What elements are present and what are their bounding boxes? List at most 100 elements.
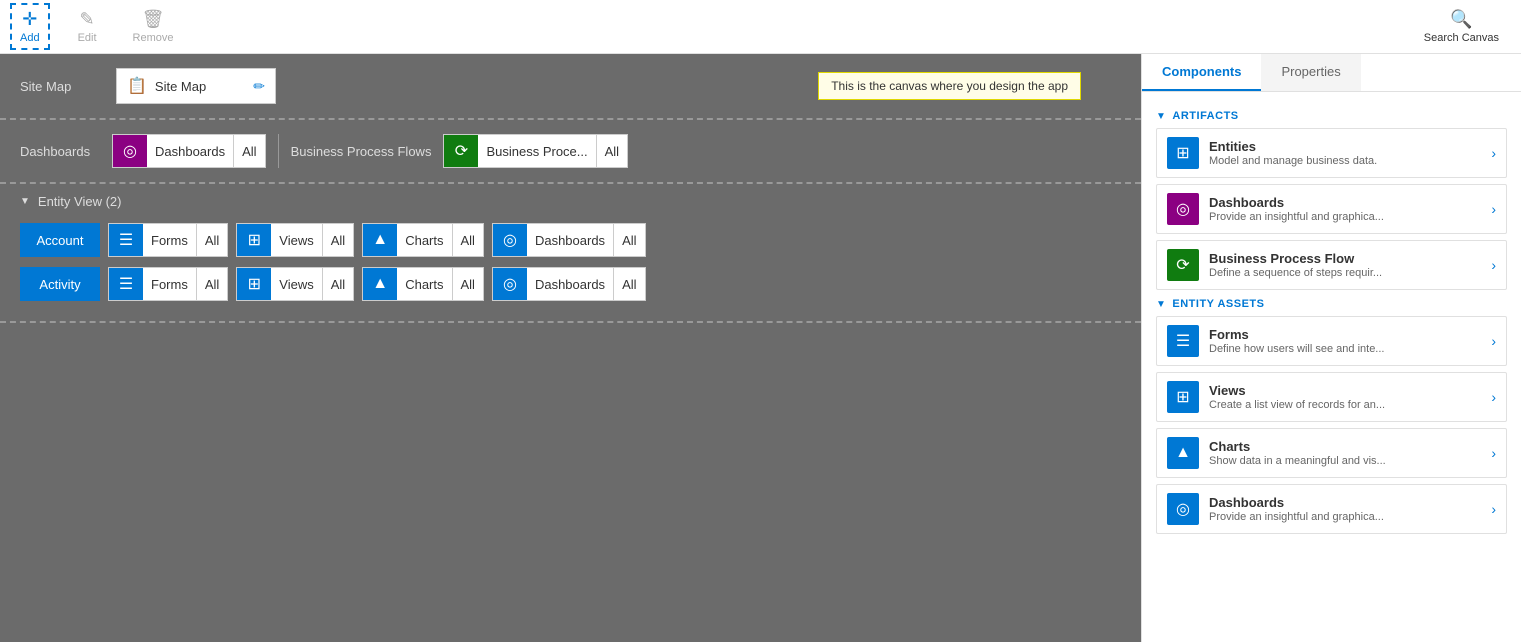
activity-dashboards-chip[interactable]: ◎ Dashboards All — [492, 267, 646, 301]
sitemap-box[interactable]: 📋 Site Map ✏ — [116, 68, 276, 104]
activity-views-chip[interactable]: ⊞ Views All — [236, 267, 354, 301]
views-text: Views Create a list view of records for … — [1209, 383, 1481, 411]
sitemap-box-label: Site Map — [155, 79, 245, 94]
forms-icon: ☰ — [109, 223, 143, 257]
activity-forms-icon: ☰ — [109, 267, 143, 301]
activity-entity-button[interactable]: Activity — [20, 267, 100, 301]
artifact-dashboards-icon: ◎ — [1167, 193, 1199, 225]
account-entity-button[interactable]: Account — [20, 223, 100, 257]
dashboards-chip-text: Dashboards — [147, 144, 233, 159]
comp-entities[interactable]: ⊞ Entities Model and manage business dat… — [1156, 128, 1507, 178]
entity-row-activity: Activity ☰ Forms All ⊞ Views All ▲ Chart… — [20, 267, 1121, 301]
account-views-label: Views — [271, 233, 321, 248]
remove-icon: 🗑 — [142, 9, 165, 30]
views-title: Views — [1209, 383, 1481, 398]
account-dashboards-label: Dashboards — [527, 233, 613, 248]
activity-charts-icon: ▲ — [363, 267, 397, 301]
activity-charts-all[interactable]: All — [452, 268, 483, 300]
bpf-title: Business Process Flow — [1209, 251, 1481, 266]
account-dashboards-all[interactable]: All — [613, 224, 644, 256]
entities-desc: Model and manage business data. — [1209, 155, 1481, 167]
artifact-dashboards-title: Dashboards — [1209, 195, 1481, 210]
activity-views-label: Views — [271, 277, 321, 292]
comp-dashboards-artifacts[interactable]: ◎ Dashboards Provide an insightful and g… — [1156, 184, 1507, 234]
comp-dashboards-assets[interactable]: ◎ Dashboards Provide an insightful and g… — [1156, 484, 1507, 534]
dashboards-section: Dashboards ◎ Dashboards All Business Pro… — [0, 120, 1141, 184]
sitemap-section: Site Map 📋 Site Map ✏ This is the canvas… — [0, 54, 1141, 120]
right-panel: Components Properties ▼ ARTIFACTS ⊞ Enti… — [1141, 54, 1521, 642]
add-icon: ✛ — [22, 9, 37, 30]
dashboards-assets-desc: Provide an insightful and graphica... — [1209, 511, 1481, 523]
activity-views-all[interactable]: All — [322, 268, 353, 300]
remove-button[interactable]: 🗑 Remove — [125, 5, 182, 48]
activity-views-icon: ⊞ — [237, 267, 271, 301]
entity-view-header[interactable]: ▼ Entity View (2) — [20, 194, 1121, 209]
bpf-chip-text: Business Proce... — [478, 144, 595, 159]
entities-arrow-icon: › — [1491, 145, 1496, 161]
account-forms-all[interactable]: All — [196, 224, 227, 256]
forms-arrow-icon: › — [1491, 333, 1496, 349]
sitemap-edit-icon[interactable]: ✏ — [253, 78, 265, 95]
main-area: Site Map 📋 Site Map ✏ This is the canvas… — [0, 54, 1521, 642]
activity-forms-chip[interactable]: ☰ Forms All — [108, 267, 228, 301]
views-arrow-icon: › — [1491, 389, 1496, 405]
activity-dash-icon: ◎ — [493, 267, 527, 301]
dashboards-assets-comp-icon: ◎ — [1167, 493, 1199, 525]
forms-title: Forms — [1209, 327, 1481, 342]
account-charts-all[interactable]: All — [452, 224, 483, 256]
panel-content: ▼ ARTIFACTS ⊞ Entities Model and manage … — [1142, 92, 1521, 642]
account-views-all[interactable]: All — [322, 224, 353, 256]
entity-view-label: Entity View (2) — [38, 194, 122, 209]
artifacts-chevron-icon: ▼ — [1156, 111, 1166, 122]
bpf-desc: Define a sequence of steps requir... — [1209, 267, 1481, 279]
dashboards-label: Dashboards — [20, 144, 100, 159]
activity-dashboards-label: Dashboards — [527, 277, 613, 292]
collapse-arrow-icon: ▼ — [20, 196, 30, 207]
account-charts-label: Charts — [397, 233, 451, 248]
charts-arrow-icon: › — [1491, 445, 1496, 461]
sitemap-label: Site Map — [20, 79, 100, 94]
tab-components[interactable]: Components — [1142, 54, 1261, 91]
entities-title: Entities — [1209, 139, 1481, 154]
entities-text: Entities Model and manage business data. — [1209, 139, 1481, 167]
activity-forms-label: Forms — [143, 277, 196, 292]
activity-charts-label: Charts — [397, 277, 451, 292]
bpf-chip[interactable]: ⟳ Business Proce... All — [443, 134, 628, 168]
search-canvas-button[interactable]: 🔍 Search Canvas — [1412, 5, 1511, 48]
search-canvas-label: Search Canvas — [1424, 32, 1499, 44]
comp-views[interactable]: ⊞ Views Create a list view of records fo… — [1156, 372, 1507, 422]
entity-view-section: ▼ Entity View (2) Account ☰ Forms All ⊞ … — [0, 184, 1141, 323]
tab-properties[interactable]: Properties — [1261, 54, 1360, 91]
dashboards-chip-icon: ◎ — [113, 134, 147, 168]
activity-forms-all[interactable]: All — [196, 268, 227, 300]
search-icon: 🔍 — [1450, 9, 1472, 30]
dashboards-chip[interactable]: ◎ Dashboards All — [112, 134, 266, 168]
remove-label: Remove — [133, 32, 174, 44]
views-comp-icon: ⊞ — [1167, 381, 1199, 413]
artifact-dashboards-arrow-icon: › — [1491, 201, 1496, 217]
account-charts-chip[interactable]: ▲ Charts All — [362, 223, 484, 257]
account-forms-chip[interactable]: ☰ Forms All — [108, 223, 228, 257]
bpf-chip-all[interactable]: All — [596, 135, 627, 167]
account-forms-label: Forms — [143, 233, 196, 248]
dashboards-row: Dashboards ◎ Dashboards All Business Pro… — [20, 134, 1121, 168]
artifact-dashboards-text: Dashboards Provide an insightful and gra… — [1209, 195, 1481, 223]
edit-button[interactable]: ✎ Edit — [70, 5, 105, 48]
entities-icon: ⊞ — [1167, 137, 1199, 169]
bpf-chip-icon: ⟳ — [444, 134, 478, 168]
activity-dashboards-all[interactable]: All — [613, 268, 644, 300]
comp-forms[interactable]: ☰ Forms Define how users will see and in… — [1156, 316, 1507, 366]
account-views-chip[interactable]: ⊞ Views All — [236, 223, 354, 257]
dashboards-assets-title: Dashboards — [1209, 495, 1481, 510]
add-button[interactable]: ✛ Add — [10, 3, 50, 50]
toolbar: ✛ Add ✎ Edit 🗑 Remove 🔍 Search Canvas — [0, 0, 1521, 54]
account-dashboards-chip[interactable]: ◎ Dashboards All — [492, 223, 646, 257]
comp-bpf[interactable]: ⟳ Business Process Flow Define a sequenc… — [1156, 240, 1507, 290]
artifact-dashboards-desc: Provide an insightful and graphica... — [1209, 211, 1481, 223]
dashboards-chip-all[interactable]: All — [233, 135, 264, 167]
activity-charts-chip[interactable]: ▲ Charts All — [362, 267, 484, 301]
sitemap-icon: 📋 — [127, 76, 147, 96]
bpf-comp-icon: ⟳ — [1167, 249, 1199, 281]
divider — [278, 134, 279, 168]
comp-charts[interactable]: ▲ Charts Show data in a meaningful and v… — [1156, 428, 1507, 478]
